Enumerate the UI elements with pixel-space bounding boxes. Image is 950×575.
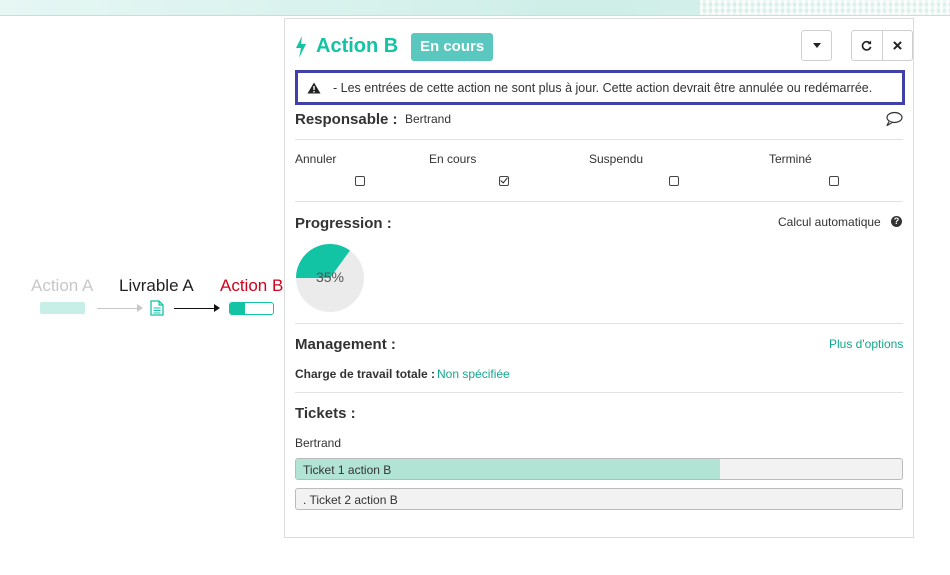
ticket-row[interactable]: Ticket 1 action B [295, 458, 903, 480]
node-progress-fill [230, 303, 246, 314]
divider [295, 139, 903, 140]
workload-value-link[interactable]: Non spécifiée [437, 367, 510, 381]
status-checkbox-annuler[interactable] [355, 176, 365, 186]
progress-percent-label: 35% [315, 269, 345, 285]
node-label-action-a[interactable]: Action A [31, 276, 93, 296]
node-label-action-b[interactable]: Action B [220, 276, 283, 296]
connector-arrow [97, 304, 143, 312]
status-checkbox-en-cours[interactable] [499, 176, 509, 186]
connector-arrow [174, 304, 220, 312]
auto-calc-label: Calcul automatique [778, 215, 881, 229]
ticket-label: . Ticket 2 action B [303, 493, 398, 507]
top-band [0, 0, 950, 16]
ticket-label: Ticket 1 action B [303, 463, 392, 477]
responsable-label: Responsable : [295, 111, 398, 128]
comment-icon[interactable] [885, 111, 903, 127]
status-badge: En cours [411, 33, 494, 61]
tickets-label: Tickets : [295, 405, 356, 422]
warning-banner: - Les entrées de cette action ne sont pl… [295, 70, 905, 105]
divider [295, 323, 903, 324]
status-checkbox-termine[interactable] [829, 176, 839, 186]
divider [295, 392, 903, 393]
ticket-owner: Bertrand [295, 436, 342, 450]
refresh-button[interactable] [852, 31, 882, 60]
responsable-value[interactable]: Bertrand [405, 112, 451, 126]
status-label-annuler: Annuler [295, 152, 337, 166]
bolt-icon [296, 36, 306, 58]
ticket-row[interactable]: . Ticket 2 action B [295, 488, 903, 510]
divider [295, 201, 903, 202]
action-detail-panel: Action B En cours - Les entrées de cette… [284, 18, 914, 538]
dropdown-button[interactable] [801, 30, 832, 61]
warning-icon [307, 82, 321, 93]
status-label-termine: Terminé [769, 152, 812, 166]
more-options-link[interactable]: Plus d'options [829, 337, 903, 351]
management-label: Management : [295, 336, 396, 353]
progression-label: Progression : [295, 215, 392, 232]
node-bar-action-b[interactable] [229, 302, 274, 315]
warning-text: - Les entrées de cette action ne sont pl… [333, 80, 873, 95]
node-label-livrable-a[interactable]: Livrable A [119, 276, 194, 296]
close-icon [892, 41, 902, 50]
refresh-icon [861, 40, 872, 51]
status-label-en-cours: En cours [429, 152, 477, 166]
caret-down-icon [812, 43, 821, 48]
status-label-suspendu: Suspendu [589, 152, 644, 166]
status-checkbox-suspendu[interactable] [669, 176, 679, 186]
close-button[interactable] [881, 31, 913, 60]
panel-header: Action B En cours [295, 30, 913, 64]
workload-label: Charge de travail totale : [295, 367, 436, 381]
help-icon[interactable]: ? [891, 216, 902, 227]
document-icon[interactable] [150, 300, 164, 316]
panel-action-buttons [851, 30, 913, 61]
panel-title: Action B [316, 35, 399, 57]
node-bar-action-a[interactable] [40, 302, 85, 314]
